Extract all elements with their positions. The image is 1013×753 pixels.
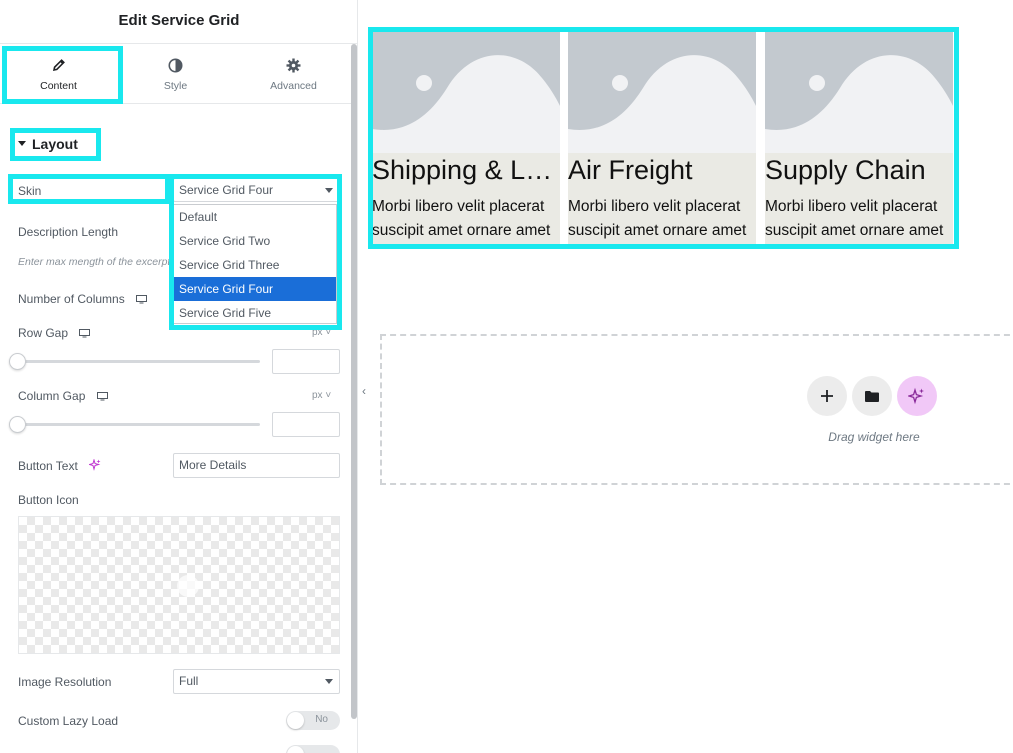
description-length-note: Enter max mength of the excerpt (18, 256, 171, 268)
editor-panel: Edit Service Grid Content Style Advanced… (0, 0, 358, 753)
image-resolution-label: Image Resolution (18, 675, 112, 689)
ai-sparkle-icon (908, 387, 924, 405)
column-gap-slider-handle[interactable] (9, 416, 26, 433)
lazy-load-label: Custom Lazy Load (18, 714, 119, 728)
toggle-knob (287, 712, 304, 729)
drop-area-text: Drag widget here (828, 430, 920, 444)
button-icon-label: Button Icon (18, 493, 79, 507)
column-gap-slider[interactable] (18, 423, 260, 426)
column-gap-unit-text: px (312, 390, 323, 401)
highlight-skin-dropdown (169, 174, 342, 330)
row-gap-slider-handle[interactable] (9, 353, 26, 370)
button-text-input[interactable]: More Details (173, 453, 340, 478)
panel-collapse-button[interactable]: ‹ (358, 360, 374, 420)
folder-icon (865, 390, 879, 402)
desktop-icon[interactable] (79, 327, 91, 341)
chevron-down-icon (325, 679, 333, 684)
description-length-label: Description Length (18, 225, 119, 239)
columns-label: Number of Columns (18, 292, 148, 307)
row-gap-label-text: Row Gap (18, 326, 69, 340)
contrast-icon (117, 58, 234, 74)
add-icon[interactable] (177, 575, 199, 597)
ai-generate-button[interactable] (897, 376, 937, 416)
row-gap-slider[interactable] (18, 360, 260, 363)
tab-advanced-label: Advanced (270, 80, 317, 92)
panel-scrollbar[interactable] (351, 44, 357, 719)
row-gap-label: Row Gap (18, 326, 91, 341)
image-resolution-value: Full (179, 674, 199, 688)
widget-drop-area[interactable]: Drag widget here (380, 334, 1013, 485)
button-icon-picker[interactable] (18, 516, 340, 654)
plus-icon (821, 390, 833, 402)
desktop-icon[interactable] (136, 293, 148, 307)
add-section-button[interactable] (807, 376, 847, 416)
column-gap-input[interactable] (272, 412, 340, 437)
button-text-label: Button Text (18, 458, 101, 474)
button-text-label-text: Button Text (18, 459, 78, 473)
add-template-button[interactable] (852, 376, 892, 416)
tab-advanced[interactable]: Advanced (235, 44, 352, 104)
column-gap-label: Column Gap (18, 389, 108, 404)
skin-label: Skin (18, 184, 42, 198)
lazy-load-toggle[interactable]: No (286, 711, 340, 730)
chevron-left-icon: ‹ (362, 384, 366, 398)
toggle-knob (287, 746, 304, 753)
desktop-icon[interactable] (96, 390, 108, 404)
column-gap-unit[interactable]: px ˅ (312, 390, 331, 401)
column-gap-label-text: Column Gap (18, 389, 86, 403)
ai-sparkle-icon[interactable] (87, 458, 101, 474)
layout-section-title: Layout (32, 136, 78, 152)
layout-section-toggle[interactable]: Layout (18, 136, 78, 152)
next-toggle[interactable] (286, 745, 340, 753)
lazy-load-state: No (315, 714, 328, 725)
caret-down-icon (18, 141, 26, 146)
highlight-content-tab (2, 46, 123, 104)
gear-icon (235, 58, 352, 74)
tab-style-label: Style (163, 80, 188, 92)
image-resolution-select[interactable]: Full (173, 669, 340, 694)
panel-title: Edit Service Grid (0, 0, 357, 44)
row-gap-input[interactable] (272, 349, 340, 374)
columns-label-text: Number of Columns (18, 292, 125, 306)
highlight-service-grid (368, 27, 959, 249)
tab-style[interactable]: Style (117, 44, 234, 104)
